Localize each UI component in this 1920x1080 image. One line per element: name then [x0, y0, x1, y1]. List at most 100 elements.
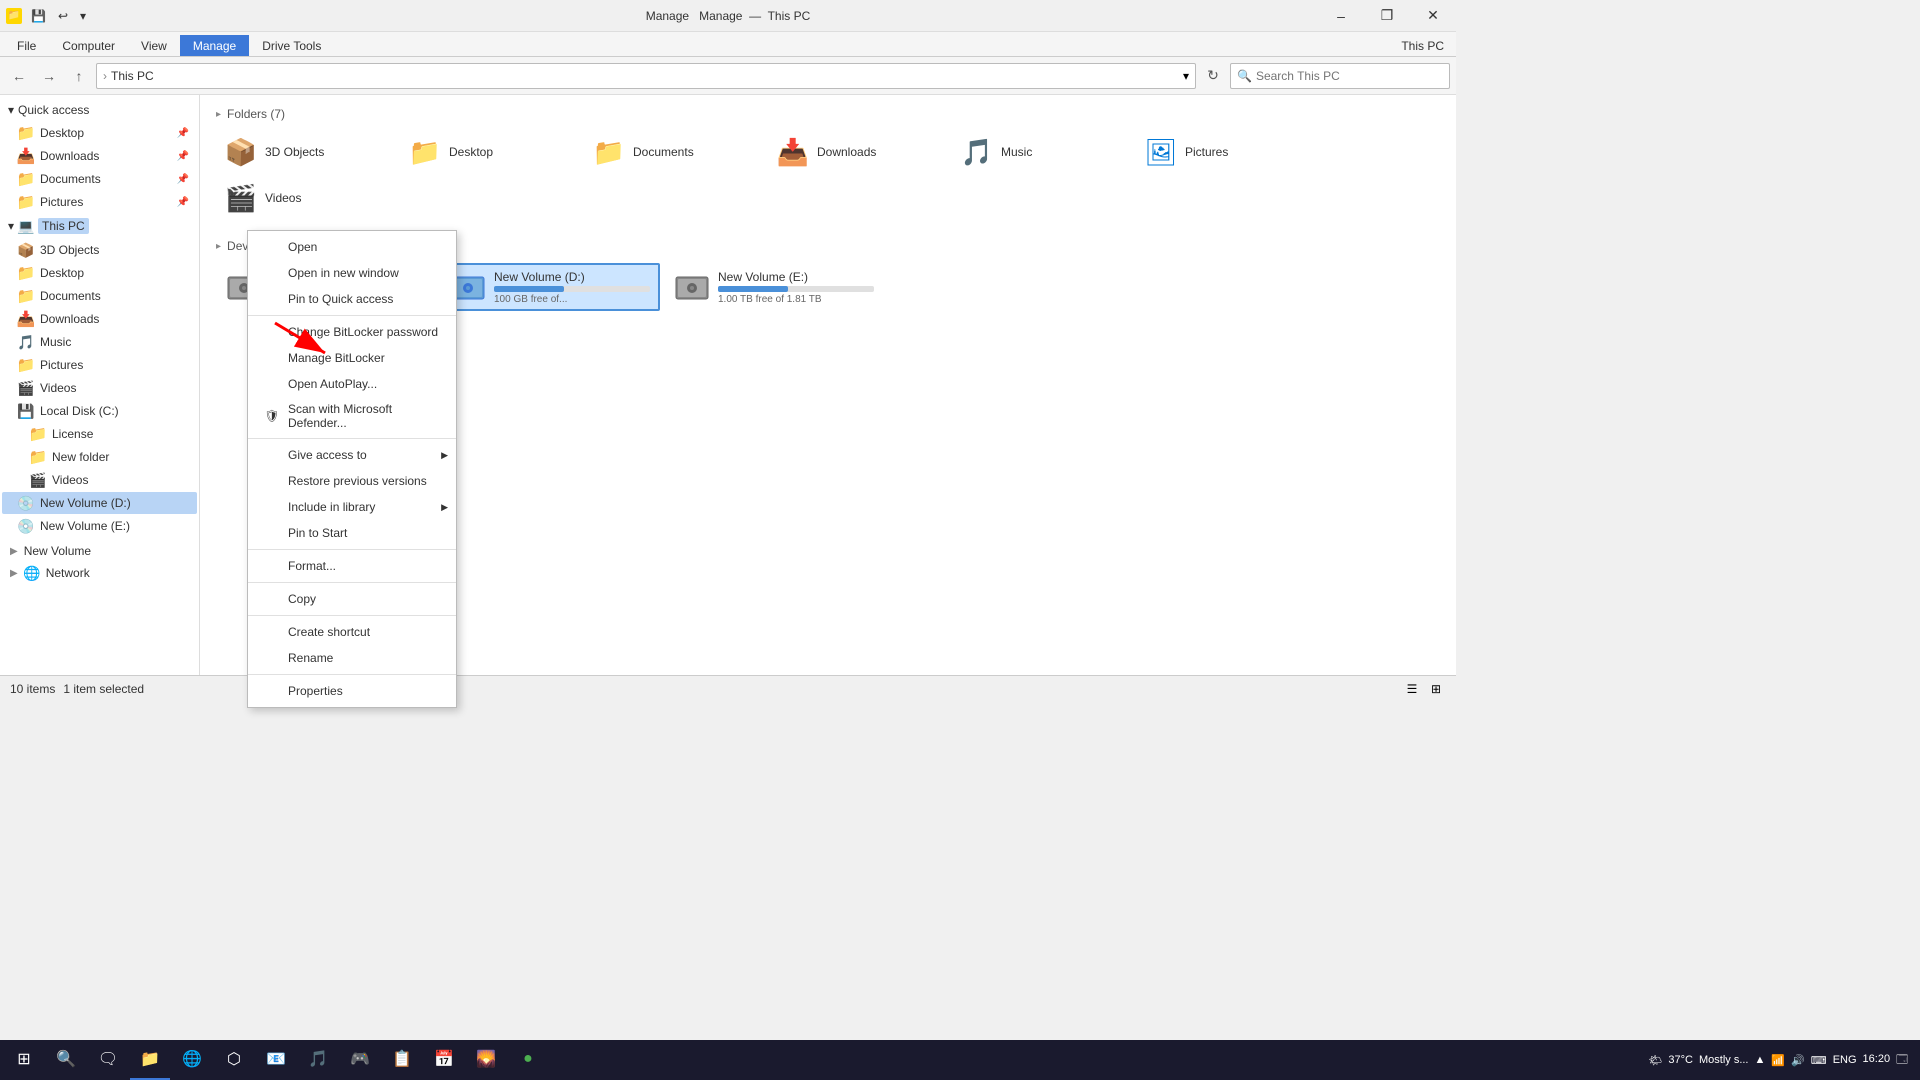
sidebar-section-quick-access[interactable]: ▾ Quick access [0, 99, 199, 121]
view-grid-button[interactable]: ⊞ [1426, 679, 1446, 699]
up-button[interactable]: ↑ [66, 63, 92, 89]
taskbar-edge[interactable]: 🌐 [172, 1040, 212, 1080]
back-button[interactable]: ← [6, 63, 32, 89]
ctx-item-format[interactable]: Format... [248, 553, 456, 579]
sidebar-label: Videos [52, 473, 88, 487]
sidebar-item-new-volume-header[interactable]: ▶ New Volume [2, 541, 197, 561]
ctx-item-restore-versions[interactable]: Restore previous versions [248, 468, 456, 494]
ctx-item-manage-bitlocker[interactable]: Manage BitLocker [248, 345, 456, 371]
ctx-item-create-shortcut[interactable]: Create shortcut [248, 619, 456, 645]
sidebar-item-pictures[interactable]: 📁 Pictures 📌 [2, 191, 197, 213]
tab-file[interactable]: File [4, 35, 49, 56]
taskbar-file-explorer[interactable]: 📁 [130, 1040, 170, 1080]
sidebar-item-videos-sub[interactable]: 🎬 Videos [2, 469, 197, 491]
ctx-item-rename[interactable]: Rename [248, 645, 456, 671]
ctx-item-open-new-window[interactable]: Open in new window [248, 260, 456, 286]
quick-dropdown-btn[interactable]: ▾ [75, 7, 91, 25]
folder-item-3d[interactable]: 📦 3D Objects [216, 131, 396, 173]
folder-item-music[interactable]: 🎵 Music [952, 131, 1132, 173]
ctx-label-scan-defender: Scan with Microsoft Defender... [288, 402, 440, 430]
weather-icon: 🌤 [1648, 1054, 1662, 1067]
ctx-item-give-access[interactable]: Give access to [248, 442, 456, 468]
sidebar-item-new-volume-d[interactable]: 💿 New Volume (D:) [2, 492, 197, 514]
sidebar-item-new-folder[interactable]: 📁 New folder [2, 446, 197, 468]
tab-computer[interactable]: Computer [49, 35, 128, 56]
ctx-item-include-library[interactable]: Include in library [248, 494, 456, 520]
address-bar[interactable]: › This PC ▾ [96, 63, 1196, 89]
drive-item-e[interactable]: New Volume (E:) 1.00 TB free of 1.81 TB [664, 263, 884, 311]
ctx-item-open-autoplay[interactable]: Open AutoPlay... [248, 371, 456, 397]
search-box[interactable]: 🔍 [1230, 63, 1450, 89]
downloads-icon: 📥 [777, 136, 809, 168]
taskbar-clock[interactable]: 16:20 [1863, 1052, 1891, 1067]
sidebar-item-pc-videos[interactable]: 🎬 Videos [2, 377, 197, 399]
music-icon: 🎵 [18, 334, 34, 350]
folder-item-downloads[interactable]: 📥 Downloads [768, 131, 948, 173]
ctx-item-copy[interactable]: Copy [248, 586, 456, 612]
sound-icon: 🔊 [1791, 1054, 1805, 1067]
address-arrow: › [103, 69, 107, 83]
sidebar-item-network[interactable]: ▶ 🌐 Network [2, 562, 197, 584]
ctx-item-change-bitlocker[interactable]: Change BitLocker password [248, 319, 456, 345]
view-list-button[interactable]: ☰ [1402, 679, 1422, 699]
sidebar-item-downloads[interactable]: 📥 Downloads 📌 [2, 145, 197, 167]
taskbar-xbox[interactable]: 🎮 [340, 1040, 380, 1080]
sidebar-label: Desktop [40, 266, 84, 280]
folder-item-videos[interactable]: 🎬 Videos [216, 177, 396, 219]
search-icon: 🔍 [1237, 69, 1252, 83]
sidebar-item-pc-documents[interactable]: 📁 Documents [2, 285, 197, 307]
pc-icon: 💻 [18, 218, 34, 234]
ctx-item-pin-start[interactable]: Pin to Start [248, 520, 456, 546]
sidebar-item-documents[interactable]: 📁 Documents 📌 [2, 168, 197, 190]
ctx-label-manage-bitlocker: Manage BitLocker [288, 351, 385, 365]
sidebar-item-pc-downloads[interactable]: 📥 Downloads [2, 308, 197, 330]
tab-view[interactable]: View [128, 35, 180, 56]
this-pc-chevron: ▾ [8, 219, 14, 233]
sidebar-item-pc-pictures[interactable]: 📁 Pictures [2, 354, 197, 376]
sidebar-item-pc-desktop[interactable]: 📁 Desktop [2, 262, 197, 284]
ctx-item-pin-quick-access[interactable]: Pin to Quick access [248, 286, 456, 312]
drive-item-d[interactable]: New Volume (D:) 100 GB free of... [440, 263, 660, 311]
tab-manage[interactable]: Manage [180, 35, 249, 56]
refresh-button[interactable]: ↻ [1200, 63, 1226, 89]
restore-button[interactable]: ❐ [1364, 0, 1410, 32]
ctx-item-scan-defender[interactable]: 🛡 Scan with Microsoft Defender... [248, 397, 456, 435]
quick-save-btn[interactable]: 💾 [26, 7, 51, 25]
sidebar-label: Downloads [40, 149, 99, 163]
taskbar-start[interactable]: ⊞ [4, 1040, 44, 1080]
taskbar-calendar[interactable]: 📅 [424, 1040, 464, 1080]
folder-item-desktop[interactable]: 📁 Desktop [400, 131, 580, 173]
tab-drive-tools[interactable]: Drive Tools [249, 35, 334, 56]
taskbar-chrome[interactable]: ● [508, 1040, 548, 1080]
sidebar-item-new-volume-e[interactable]: 💿 New Volume (E:) [2, 515, 197, 537]
close-button[interactable]: ✕ [1410, 0, 1456, 32]
sidebar-item-desktop[interactable]: 📁 Desktop 📌 [2, 122, 197, 144]
sidebar-item-local-disk-c[interactable]: 💾 Local Disk (C:) [2, 400, 197, 422]
ctx-item-properties[interactable]: Properties [248, 678, 456, 704]
sidebar-section-this-pc[interactable]: ▾ 💻 This PC [0, 214, 199, 238]
taskbar-mail[interactable]: 📧 [256, 1040, 296, 1080]
forward-button[interactable]: → [36, 63, 62, 89]
folders-section-header[interactable]: Folders (7) [216, 107, 1440, 121]
taskbar-store[interactable]: ⬡ [214, 1040, 254, 1080]
address-dropdown[interactable]: ▾ [1183, 69, 1189, 83]
taskbar-search[interactable]: 🔍 [46, 1040, 86, 1080]
tray-up-arrow[interactable]: ▲ [1755, 1054, 1766, 1066]
taskbar-photos[interactable]: 🌄 [466, 1040, 506, 1080]
quick-undo-btn[interactable]: ↩ [53, 7, 73, 25]
folder-item-documents[interactable]: 📁 Documents [584, 131, 764, 173]
ctx-label-include-library: Include in library [288, 500, 375, 514]
folder-item-pictures[interactable]: 🖼 Pictures [1136, 131, 1316, 173]
minimize-button[interactable]: – [1318, 0, 1364, 32]
ctx-item-open[interactable]: Open [248, 234, 456, 260]
taskbar-groove[interactable]: 🎵 [298, 1040, 338, 1080]
notification-btn[interactable]: 🗔 [1896, 1051, 1908, 1070]
folder-name: Videos [265, 191, 301, 205]
sidebar-item-music[interactable]: 🎵 Music [2, 331, 197, 353]
taskbar-cortana[interactable]: 🗨 [88, 1040, 128, 1080]
sidebar-item-3d-objects[interactable]: 📦 3D Objects [2, 239, 197, 261]
video-icon: 🎬 [225, 182, 257, 214]
search-input[interactable] [1256, 69, 1443, 83]
sidebar-item-license[interactable]: 📁 License [2, 423, 197, 445]
taskbar-onenote[interactable]: 📋 [382, 1040, 422, 1080]
